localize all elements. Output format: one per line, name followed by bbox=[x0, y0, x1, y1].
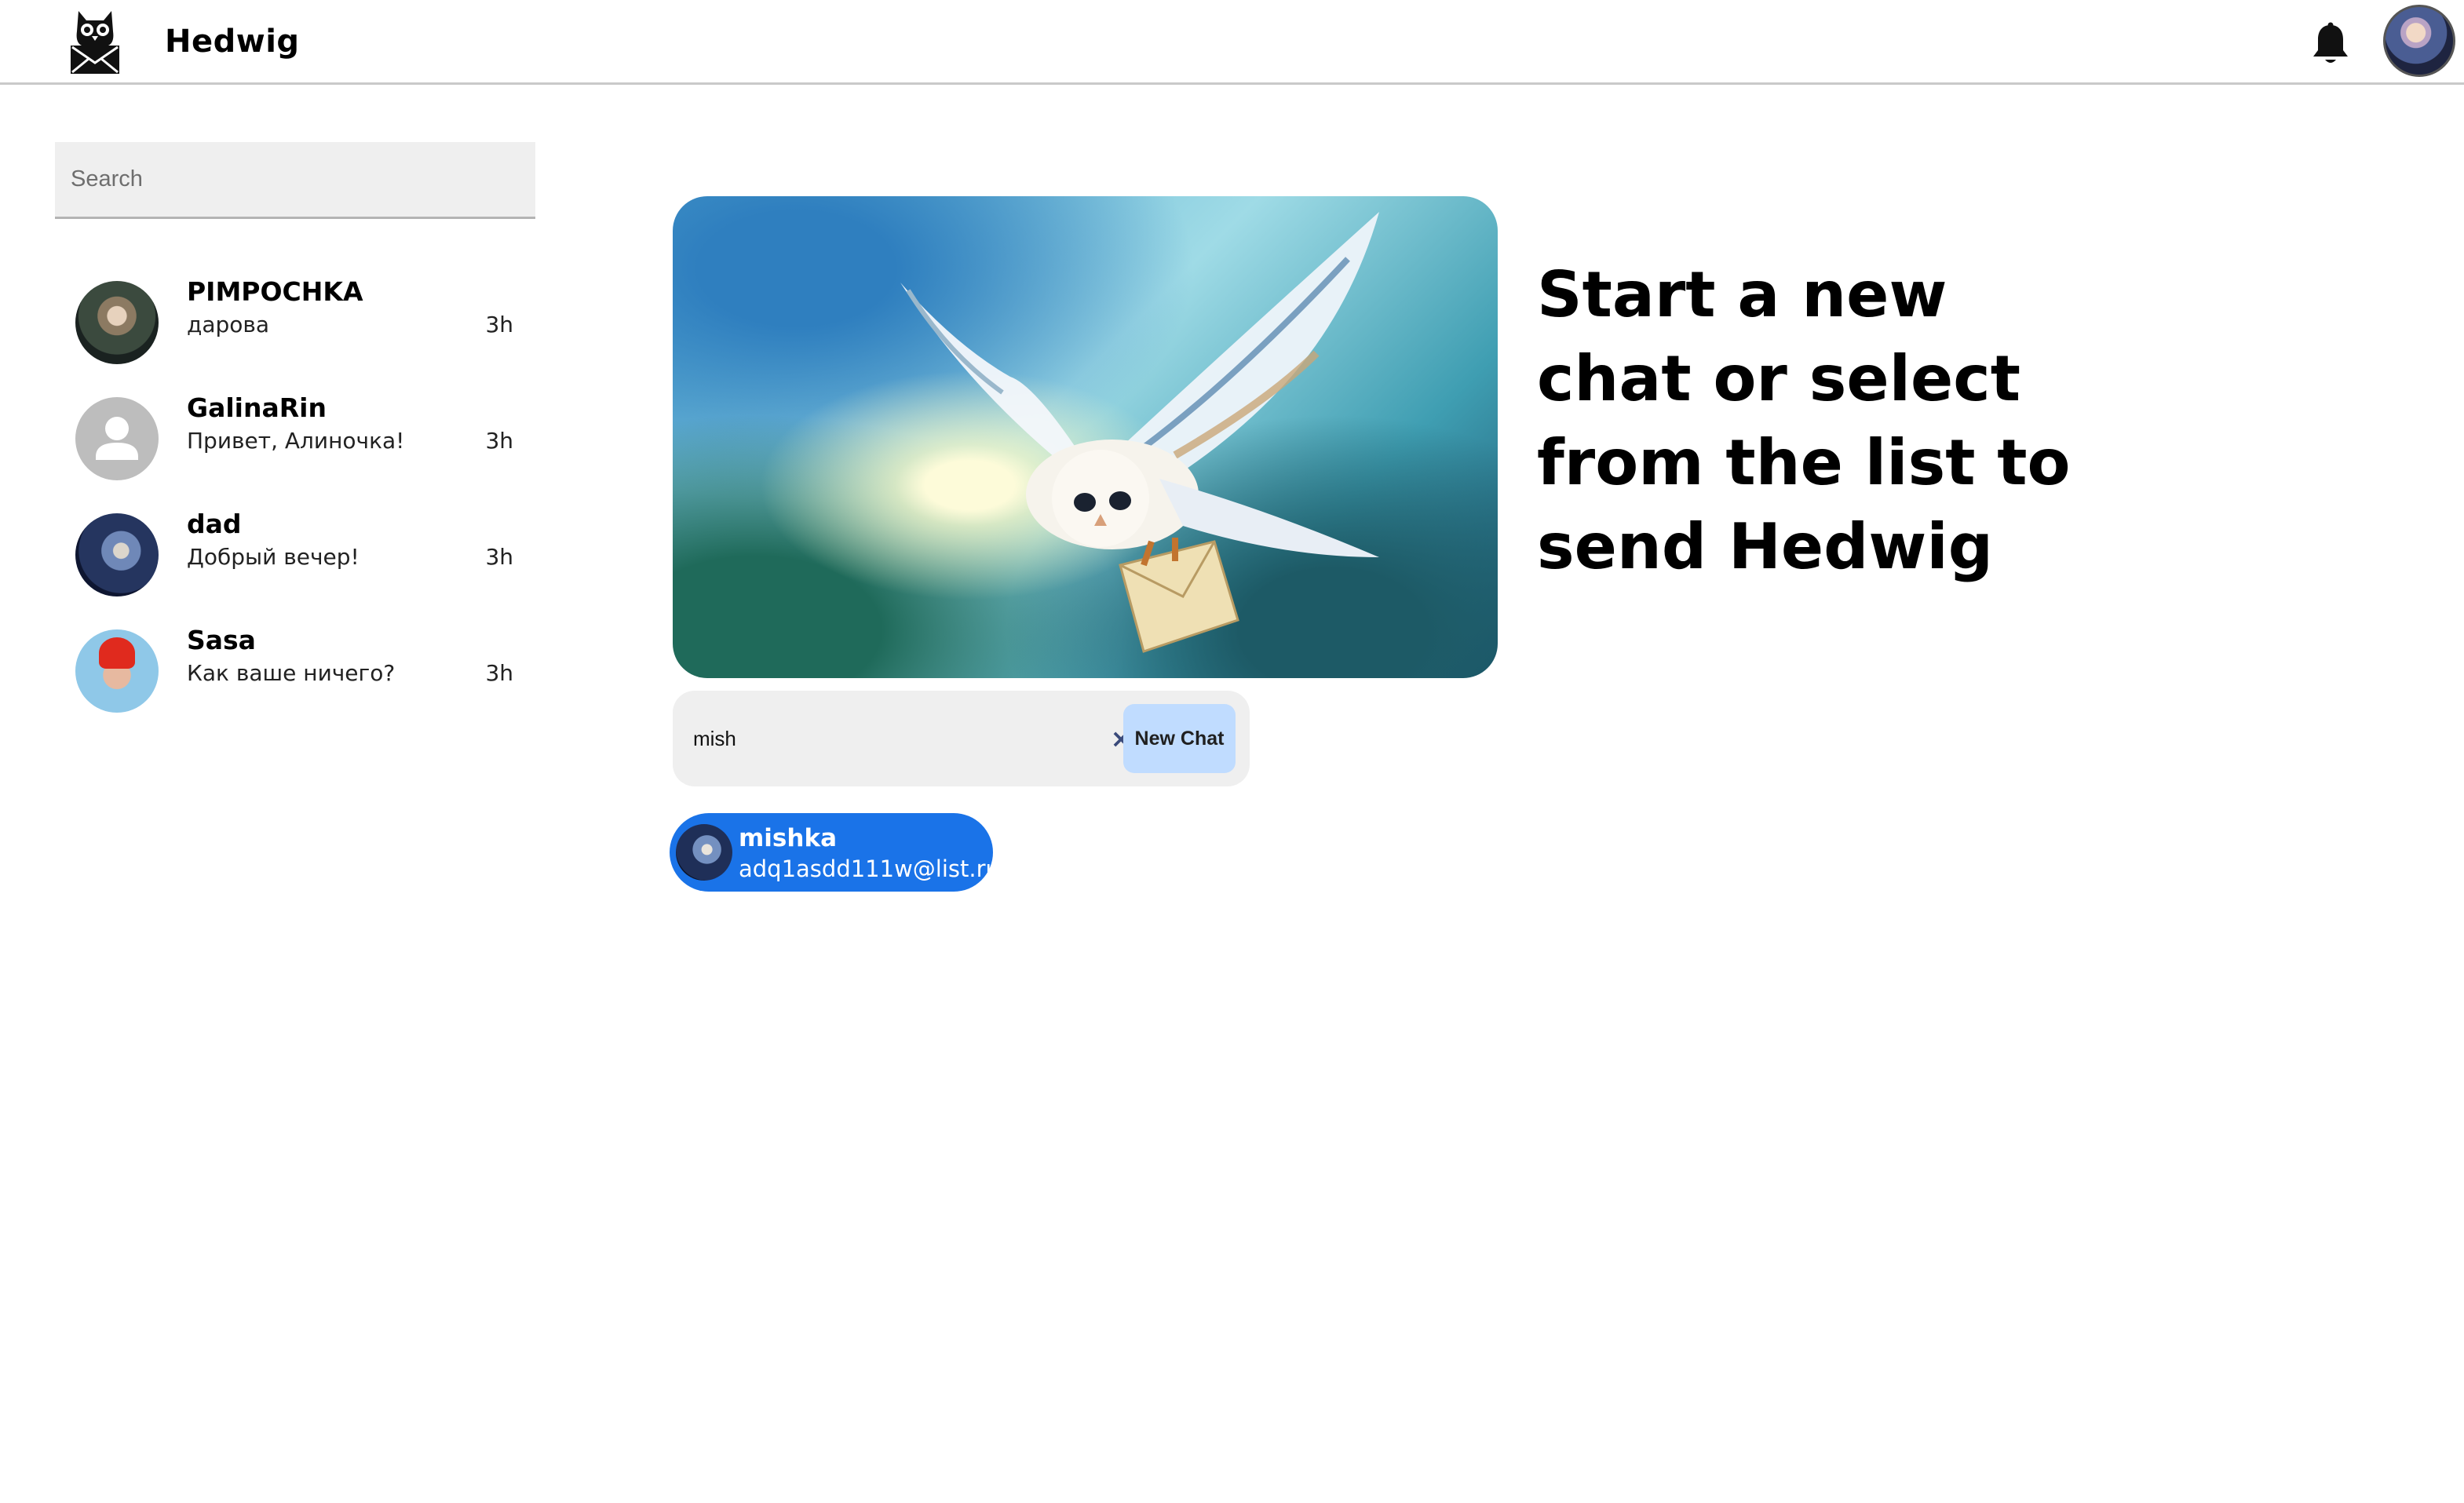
chat-time: 3h bbox=[485, 312, 513, 337]
chat-list-item[interactable]: dad Добрый вечер! 3h bbox=[55, 499, 535, 615]
new-chat-bar: × New Chat bbox=[673, 691, 1250, 786]
new-chat-button[interactable]: New Chat bbox=[1123, 704, 1236, 773]
chat-list-item[interactable]: Sasa Как ваше ничего? 3h bbox=[55, 615, 535, 731]
chat-list-item[interactable]: PIMPOCHKA дарова 3h bbox=[55, 267, 535, 383]
new-chat-search-input[interactable] bbox=[692, 710, 1100, 768]
chat-name: GalinaRin bbox=[187, 392, 327, 423]
user-suggestion[interactable]: mishka adq1asdd111w@list.ru bbox=[670, 813, 1000, 892]
default-user-icon bbox=[75, 397, 159, 480]
owl-image bbox=[900, 212, 1379, 653]
chat-time: 3h bbox=[485, 660, 513, 686]
avatar bbox=[75, 281, 159, 364]
chat-time: 3h bbox=[485, 544, 513, 570]
chat-name: PIMPOCHKA bbox=[187, 276, 363, 307]
chat-name: dad bbox=[187, 509, 242, 539]
empty-state-headline: Start a new chat or select from the list… bbox=[1537, 258, 2071, 583]
chat-name: Sasa bbox=[187, 625, 256, 655]
avatar bbox=[75, 629, 159, 713]
app-title: Hedwig bbox=[165, 24, 300, 60]
chat-preview: Как ваше ничего? bbox=[187, 660, 396, 686]
chat-preview: дарова bbox=[187, 312, 270, 337]
suggestion-name: mishka bbox=[739, 824, 837, 852]
owl-illustration bbox=[673, 196, 1498, 678]
bell-icon[interactable] bbox=[2311, 22, 2350, 66]
top-bar: Hedwig bbox=[0, 0, 2464, 85]
chat-list-item[interactable]: GalinaRin Привет, Алиночка! 3h bbox=[55, 383, 535, 499]
chat-preview: Добрый вечер! bbox=[187, 544, 360, 570]
chat-preview: Привет, Алиночка! bbox=[187, 428, 405, 454]
owl-envelope-icon[interactable] bbox=[68, 8, 122, 75]
avatar bbox=[676, 824, 732, 881]
user-avatar[interactable] bbox=[2383, 5, 2455, 77]
chat-time: 3h bbox=[485, 428, 513, 454]
search-input[interactable] bbox=[55, 142, 535, 219]
chat-list: PIMPOCHKA дарова 3h GalinaRin Привет, Ал… bbox=[55, 267, 535, 731]
avatar bbox=[75, 513, 159, 596]
suggestion-email: adq1asdd111w@list.ru bbox=[739, 855, 1000, 882]
